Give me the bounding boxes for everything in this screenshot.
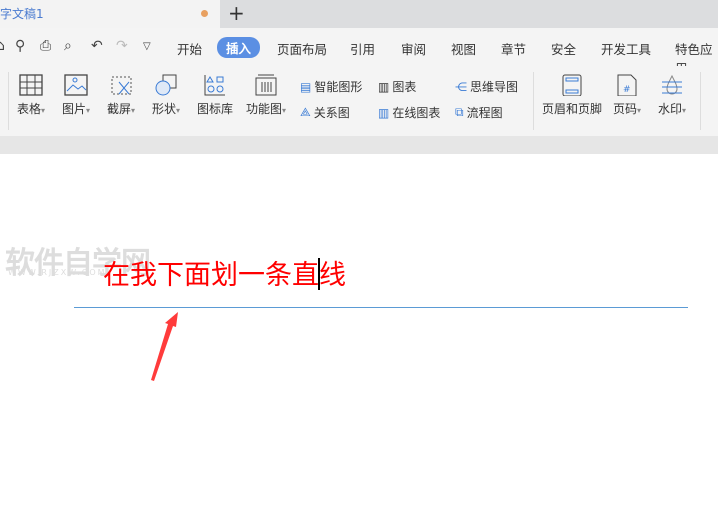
menu-bar: ⌂ ⚲ ⎙ ⌕ ↶ ↷ ▽ 开始 插入 页面布局 引用 审阅 视图 章节 安全 … [0, 28, 718, 76]
mind-map-button[interactable]: ⋲ 思维导图 [455, 78, 518, 95]
divider [533, 72, 534, 130]
menu-references[interactable]: 引用 [350, 39, 375, 58]
tab-title: 文字文稿1 [0, 7, 44, 21]
screenshot-button[interactable]: 截屏▾ [107, 74, 135, 117]
menu-security[interactable]: 安全 [551, 39, 576, 58]
menu-start[interactable]: 开始 [177, 39, 202, 58]
flowchart-icon: ⧉ [455, 105, 464, 119]
watermark-button[interactable]: 水印▾ [658, 74, 686, 117]
screenshot-icon [111, 76, 132, 95]
header-footer-button[interactable]: 页眉和页脚 [542, 74, 602, 117]
relationship-chart-button[interactable]: ⟁ 关系图 [300, 104, 350, 121]
watermark-url: WWW.RJZXW.COM [8, 268, 107, 277]
ruler-area [0, 136, 718, 154]
page-number-button[interactable]: # 页码▾ [613, 74, 641, 117]
menu-chapter[interactable]: 章节 [501, 39, 526, 58]
undo-icon[interactable]: ↶ [91, 38, 103, 54]
watermark-icon [662, 74, 683, 95]
picture-icon [64, 74, 88, 96]
bar-chart-icon: ▥ [378, 79, 390, 94]
picture-button[interactable]: 图片▾ [62, 74, 90, 117]
redo-icon[interactable]: ↷ [116, 38, 128, 54]
smart-art-button[interactable]: ▤ 智能图形 [300, 78, 362, 95]
menu-page-layout[interactable]: 页面布局 [277, 39, 327, 58]
ribbon: 表格▾ 图片▾ 截屏▾ 形状▾ 图标库 功能图▾ ▤ 智能图形 ⟁ 关系图 ▥ 图表 … [0, 66, 718, 136]
menu-insert[interactable]: 插入 [217, 37, 261, 58]
online-chart-button[interactable]: ▥ 在线图表 [378, 104, 440, 121]
function-chart-button[interactable]: 功能图▾ [246, 74, 286, 117]
text-after-cursor: 线 [319, 260, 346, 291]
shape-button[interactable]: 形状▾ [152, 74, 180, 117]
print-preview-icon[interactable]: ⌕ [64, 38, 72, 54]
header-footer-icon [562, 74, 582, 96]
menu-review[interactable]: 审阅 [401, 39, 426, 58]
flowchart-button[interactable]: ⧉ 流程图 [455, 104, 503, 121]
table-button[interactable]: 表格▾ [17, 74, 45, 117]
more-dropdown-icon[interactable]: ▽ [143, 41, 151, 52]
icon-library-button[interactable]: 图标库 [197, 74, 233, 117]
smart-art-icon: ▤ [300, 79, 312, 94]
unsaved-dot-icon [201, 10, 208, 17]
print-icon[interactable]: ⎙ [40, 38, 51, 54]
svg-text:#: # [623, 85, 631, 95]
format-painter-icon[interactable]: ⚲ [15, 38, 25, 54]
mind-map-icon: ⋲ [455, 79, 467, 94]
text-before-cursor: 在我下面划一条直 [103, 260, 319, 291]
menu-view[interactable]: 视图 [451, 39, 476, 58]
menu-developer[interactable]: 开发工具 [601, 39, 651, 58]
document-text[interactable]: 在我下面划一条直线 [103, 253, 346, 292]
tab-bar: 文字文稿1 + [0, 0, 718, 28]
divider [700, 72, 701, 130]
icon-library-icon [204, 75, 225, 96]
save-icon[interactable]: ⌂ [0, 38, 5, 54]
chart-button[interactable]: ▥ 图表 [378, 78, 416, 95]
divider [8, 72, 9, 130]
shape-icon [155, 74, 177, 96]
online-chart-icon: ▥ [378, 105, 390, 120]
red-arrow-annotation [151, 312, 178, 381]
new-tab-button[interactable]: + [228, 2, 245, 24]
function-chart-icon [255, 74, 277, 96]
page-number-icon: # [617, 74, 637, 96]
table-icon [19, 74, 43, 96]
relationship-icon: ⟁ [300, 105, 311, 119]
document-tab[interactable]: 文字文稿1 [0, 0, 220, 28]
